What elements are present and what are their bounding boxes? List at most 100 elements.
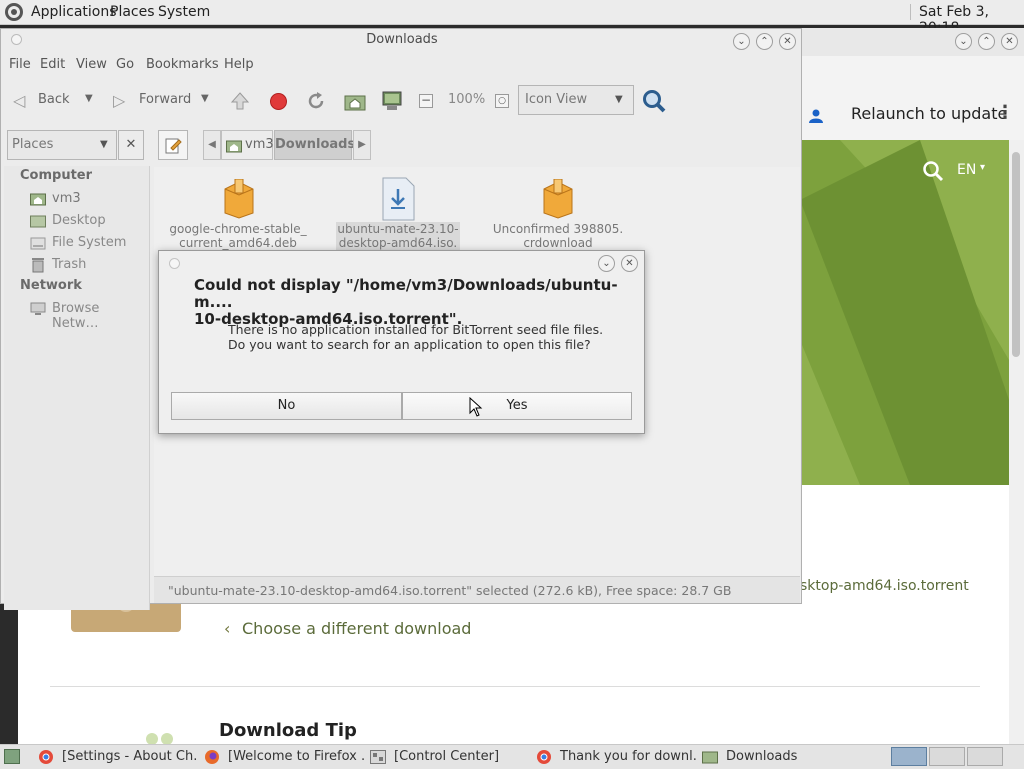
show-desktop-icon[interactable]	[4, 749, 20, 764]
places-select[interactable]: Places ▼	[7, 130, 117, 160]
menu-help[interactable]: Help	[224, 57, 254, 72]
file-item-selected[interactable]: ubuntu-mate-23.10- desktop-amd64.iso.	[318, 177, 478, 250]
more-menu-icon[interactable]: ⋮	[996, 102, 1014, 123]
minimize-icon[interactable]: ⌄	[598, 255, 615, 272]
status-bar: "ubuntu-mate-23.10-desktop-amd64.iso.tor…	[154, 576, 800, 603]
file-item[interactable]: Unconfirmed 398805. crdownload	[478, 177, 638, 250]
download-tip-heading: Download Tip	[219, 720, 357, 741]
menu-bookmarks[interactable]: Bookmarks	[146, 57, 219, 72]
firefox-icon	[205, 750, 219, 764]
file-name: google-chrome-stable_ current_amd64.deb	[158, 222, 318, 250]
close-icon[interactable]: ✕	[1001, 33, 1018, 50]
path-left-arrow[interactable]: ◀	[203, 130, 221, 160]
sidebar-item-label: Trash	[52, 257, 87, 272]
up-arrow-icon[interactable]	[230, 91, 250, 111]
language-selector[interactable]: EN	[957, 162, 976, 178]
menu-go[interactable]: Go	[116, 57, 134, 72]
minimize-icon[interactable]: ⌄	[955, 33, 972, 50]
taskbar-item-firefox[interactable]: [Welcome to Firefox ...	[204, 747, 364, 767]
profile-icon[interactable]	[808, 108, 824, 124]
workspace-switcher[interactable]	[967, 747, 1003, 766]
sidebar-item-browse-network[interactable]: Browse Netw…	[30, 300, 148, 331]
reload-icon[interactable]	[306, 91, 326, 111]
toolbar: ◁ Back ▼ ▷ Forward ▼ − 100% ○ Icon View	[1, 81, 801, 121]
back-history-dropdown[interactable]: ▼	[85, 93, 93, 104]
window-title: Downloads	[366, 32, 438, 47]
path-label-vm3: vm3	[245, 137, 274, 152]
taskbar: [Settings - About Ch... [Welcome to Fire…	[0, 744, 1024, 769]
browser-toolbar: Relaunch to update ⋮	[800, 56, 1024, 140]
browser-scrollbar[interactable]	[1009, 140, 1024, 748]
scrollbar-thumb[interactable]	[1012, 152, 1020, 357]
file-name-line: ubuntu-mate-23.10-	[337, 222, 459, 236]
chevron-down-icon: ▼	[100, 139, 108, 150]
dialog-headline-line: Could not display "/home/vm3/Downloads/u…	[194, 276, 618, 311]
sidebar-item-trash[interactable]: Trash	[30, 256, 148, 276]
edit-pencil-icon	[165, 138, 182, 154]
hero-banner: EN ▾	[800, 140, 1009, 485]
home-folder-icon[interactable]	[344, 91, 366, 111]
control-center-icon	[370, 750, 386, 764]
taskbar-item-control-center[interactable]: [Control Center]	[370, 747, 530, 767]
back-arrow-icon[interactable]: ◁	[13, 91, 25, 110]
sidebar-item-label: Browse Netw…	[52, 301, 100, 331]
menu-view[interactable]: View	[76, 57, 107, 72]
zoom-out-icon[interactable]: −	[419, 94, 433, 108]
error-dialog: ⌄ ✕ Could not display "/home/vm3/Downloa…	[158, 250, 645, 434]
top-panel: Applications Places System Sat Feb 3, 20…	[0, 0, 1024, 36]
dialog-message: There is no application installed for Bi…	[228, 322, 618, 352]
menu-edit[interactable]: Edit	[40, 57, 65, 72]
forward-arrow-icon[interactable]: ▷	[113, 91, 125, 110]
menu-file[interactable]: File	[9, 57, 31, 72]
taskbar-item-thank-you[interactable]: Thank you for downl...	[536, 747, 696, 767]
sidebar-item-filesystem[interactable]: File System	[30, 234, 148, 254]
file-item[interactable]: google-chrome-stable_ current_amd64.deb	[158, 177, 318, 250]
computer-icon[interactable]	[381, 90, 403, 112]
path-button-downloads[interactable]: Downloads	[274, 130, 355, 160]
stop-icon[interactable]	[269, 92, 288, 111]
close-icon[interactable]: ✕	[621, 255, 638, 272]
zoom-in-icon[interactable]: ○	[495, 94, 509, 108]
download-file-icon	[382, 177, 415, 221]
view-mode-select[interactable]: Icon View ▼	[518, 85, 634, 115]
yes-button[interactable]: Yes	[402, 392, 632, 420]
taskbar-item-settings[interactable]: [Settings - About Ch...	[38, 747, 198, 767]
no-button[interactable]: No	[171, 392, 402, 420]
forward-history-dropdown[interactable]: ▼	[201, 93, 209, 104]
close-pane-icon[interactable]: ✕	[118, 130, 144, 160]
applications-menu[interactable]: Applications	[31, 4, 117, 20]
file-name: Unconfirmed 398805. crdownload	[478, 222, 638, 250]
dialog-menu-icon[interactable]	[169, 258, 180, 269]
taskbar-item-label: Downloads	[726, 749, 798, 764]
sidebar-item-desktop[interactable]: Desktop	[30, 212, 148, 232]
path-right-arrow[interactable]: ▶	[353, 130, 371, 160]
maximize-icon[interactable]: ⌃	[978, 33, 995, 50]
torrent-filename: sktop-amd64.iso.torrent	[800, 578, 969, 594]
relaunch-button[interactable]: Relaunch to update	[851, 104, 1007, 123]
taskbar-item-downloads[interactable]: Downloads	[702, 747, 862, 767]
search-icon[interactable]	[641, 88, 667, 114]
edit-location-button[interactable]	[158, 130, 188, 160]
places-menu[interactable]: Places	[110, 4, 155, 20]
divider	[50, 686, 980, 687]
file-name: ubuntu-mate-23.10- desktop-amd64.iso.	[336, 222, 460, 250]
back-button[interactable]: Back	[38, 92, 70, 107]
system-menu[interactable]: System	[158, 4, 210, 20]
workspace-switcher[interactable]	[929, 747, 965, 766]
hero-pattern	[800, 140, 1009, 485]
forward-button[interactable]: Forward	[139, 92, 191, 107]
panel-separator	[910, 4, 911, 20]
search-icon[interactable]	[922, 160, 944, 182]
sidebar-heading-network: Network	[20, 278, 82, 293]
choose-different-download-link[interactable]: Choose a different download	[242, 619, 471, 638]
minimize-icon[interactable]: ⌄	[733, 33, 750, 50]
package-icon	[224, 179, 254, 219]
workspace-switcher-active[interactable]	[891, 747, 927, 766]
maximize-icon[interactable]: ⌃	[756, 33, 773, 50]
path-button-vm3[interactable]: vm3	[221, 130, 274, 160]
sidebar-item-vm3[interactable]: vm3	[30, 190, 148, 210]
file-name-line: crdownload	[523, 236, 593, 250]
mate-logo-icon[interactable]	[4, 2, 24, 22]
close-icon[interactable]: ✕	[779, 33, 796, 50]
back-chevron-icon[interactable]: ‹	[224, 619, 230, 638]
